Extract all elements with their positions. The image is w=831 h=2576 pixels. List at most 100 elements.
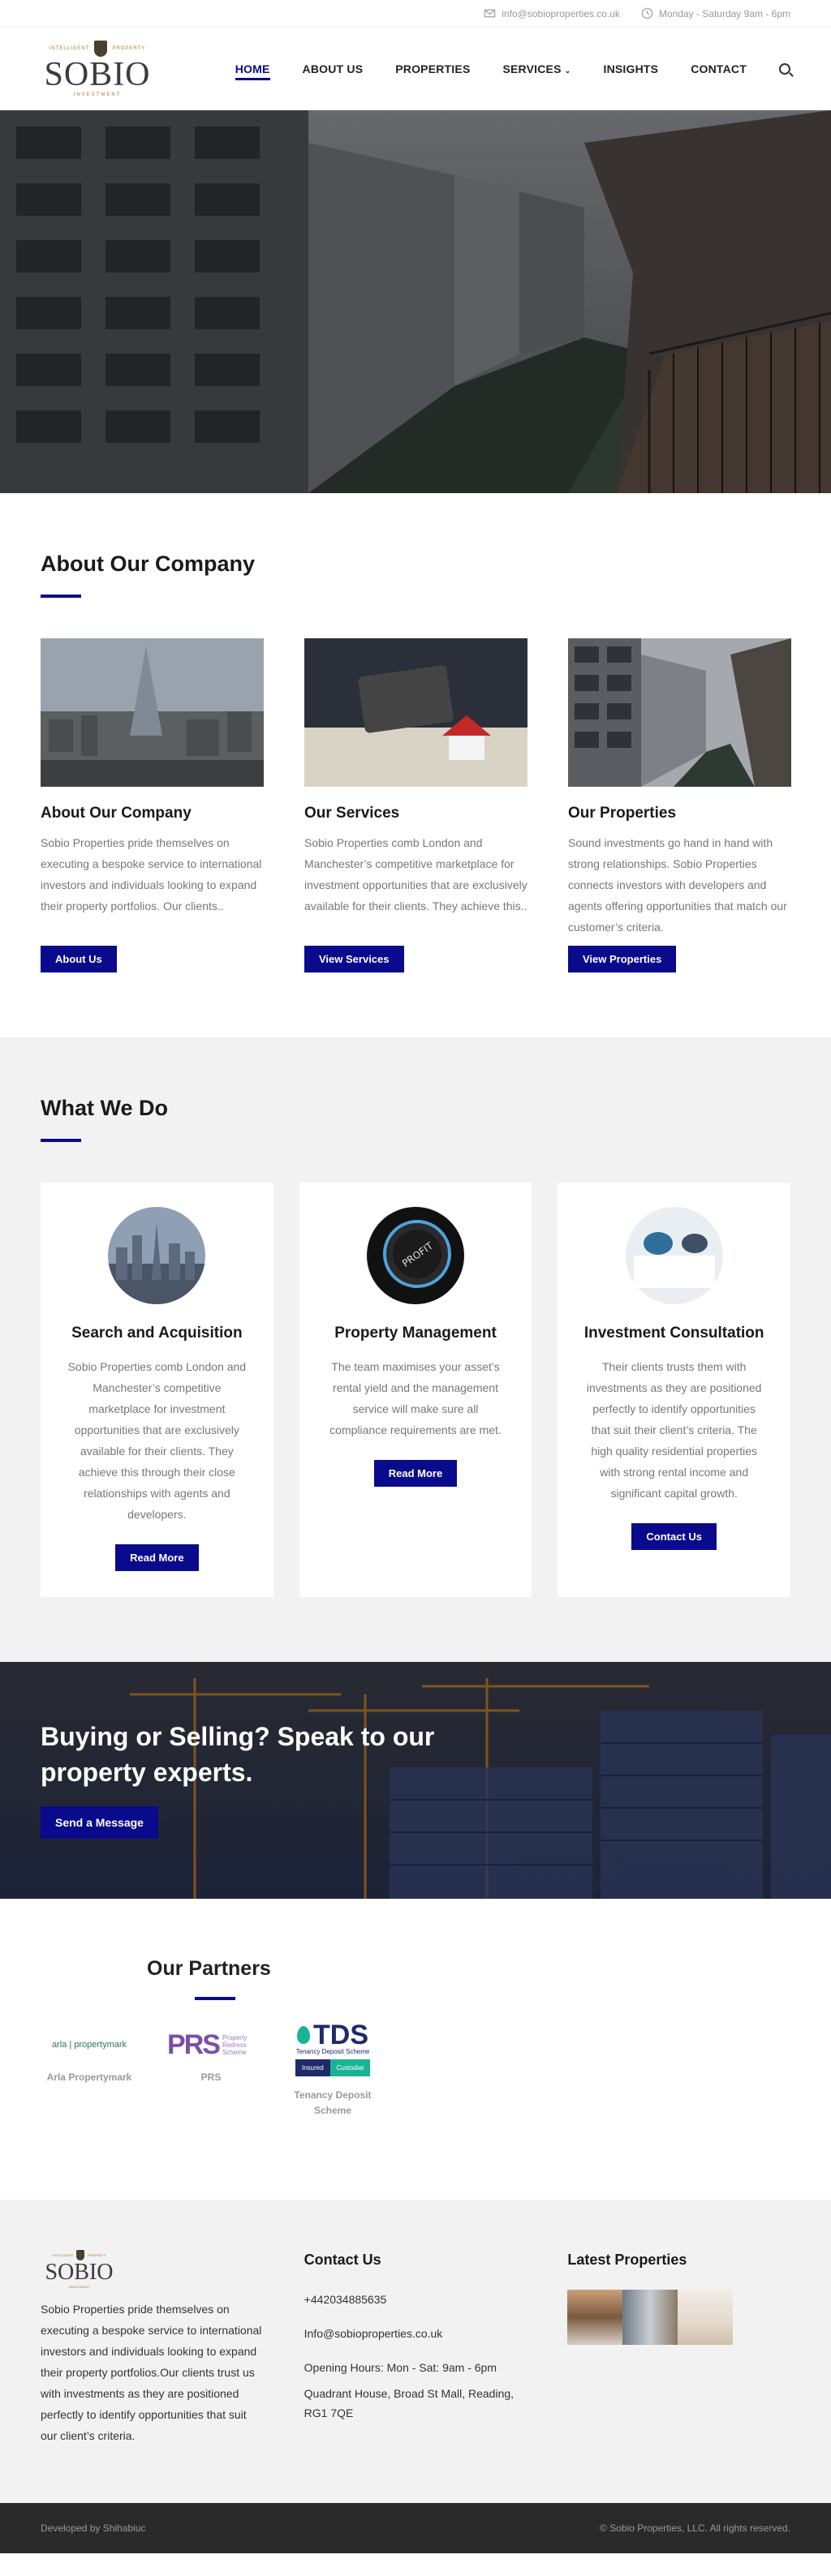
site-footer: INTELLIGENT PROPERTY SOBIO INVESTMENT So… xyxy=(0,2200,831,2503)
partner-tds[interactable]: TDS Tenancy Deposit Scheme Insured Custo… xyxy=(284,2020,381,2119)
footer-logo-right-tag: PROPERTY xyxy=(88,2253,106,2257)
property-thumb[interactable] xyxy=(567,2290,623,2345)
search-acquisition-card: Search and Acquisition Sobio Properties … xyxy=(41,1183,273,1597)
footer-contact: Contact Us +442034885635 Info@sobioprope… xyxy=(304,2250,527,2446)
send-message-button[interactable]: Send a Message xyxy=(41,1806,158,1839)
hero-image xyxy=(0,110,831,493)
footer-logo[interactable]: INTELLIGENT PROPERTY SOBIO INVESTMENT xyxy=(41,2250,118,2289)
footer-about: INTELLIGENT PROPERTY SOBIO INVESTMENT So… xyxy=(41,2250,264,2446)
prs-logo-text: PRS xyxy=(167,2029,221,2060)
property-management-text: The team maximises your asset’s rental y… xyxy=(329,1360,502,1436)
top-bar: info@sobioproperties.co.uk Monday - Satu… xyxy=(0,0,831,28)
contact-us-button[interactable]: Contact Us xyxy=(631,1523,717,1550)
tds-logo-sub: Tenancy Deposit Scheme xyxy=(295,2048,370,2055)
nav-services[interactable]: SERVICES ⌄ xyxy=(502,38,571,100)
london-skyline-image xyxy=(41,638,264,787)
footer-about-text: Sobio Properties pride themselves on exe… xyxy=(41,2303,262,2442)
what-grid: Search and Acquisition Sobio Properties … xyxy=(41,1183,791,1597)
developer-credit[interactable]: Developed by Shihabiuc xyxy=(41,2522,145,2534)
investment-consultation-card: Investment Consultation Their clients tr… xyxy=(558,1183,791,1597)
property-management-title: Property Management xyxy=(334,1324,497,1342)
partner-prs[interactable]: PRS Property Redress Scheme PRS xyxy=(162,2020,260,2085)
investment-consultation-title: Investment Consultation xyxy=(583,1324,764,1342)
about-card-title: About Our Company xyxy=(41,805,192,822)
logo-right-tag: PROPERTY xyxy=(112,45,146,51)
about-heading: About Our Company xyxy=(41,552,255,576)
search-acquisition-text: Sobio Properties comb London and Manches… xyxy=(67,1360,247,1521)
partner-arla[interactable]: arla | propertymark Arla Propertymark xyxy=(41,2020,138,2085)
tds-logo-text: TDS xyxy=(313,2019,368,2050)
partner-name: PRS xyxy=(200,2072,222,2083)
heading-underline xyxy=(41,1139,81,1142)
partners-heading: Our Partners xyxy=(147,1957,271,1980)
profit-dial-image: PROFIT xyxy=(367,1207,464,1304)
about-card-text: Sobio Properties pride themselves on exe… xyxy=(41,836,262,912)
search-acquisition-title: Search and Acquisition xyxy=(71,1324,243,1342)
nav-services-label: SERVICES xyxy=(502,62,562,75)
nav-contact[interactable]: CONTACT xyxy=(691,38,747,100)
nav-home[interactable]: HOME xyxy=(235,38,270,100)
about-card: About Our Company Sobio Properties pride… xyxy=(41,638,264,972)
site-header: INTELLIGENT PROPERTY SOBIO INVESTMENT HO… xyxy=(0,28,831,110)
what-heading: What We Do xyxy=(41,1096,168,1120)
site-logo[interactable]: INTELLIGENT PROPERTY SOBIO INVESTMENT xyxy=(41,40,154,97)
footer-phone[interactable]: +442034885635 xyxy=(304,2290,527,2309)
prs-logo: PRS Property Redress Scheme xyxy=(162,2020,260,2070)
property-management-card: PROFIT Property Management The team maxi… xyxy=(299,1183,532,1597)
tablet-house-image xyxy=(304,638,527,787)
hero-buildings-illustration xyxy=(0,110,831,493)
prs-logo-sub: Property Redress Scheme xyxy=(222,2033,248,2056)
topbar-email-text[interactable]: info@sobioproperties.co.uk xyxy=(502,8,620,19)
tds-badge-right: Custodial xyxy=(329,2059,371,2076)
copyright: © Sobio Properties, LLC. All rights rese… xyxy=(600,2522,790,2534)
view-services-button[interactable]: View Services xyxy=(304,946,404,972)
view-properties-button[interactable]: View Properties xyxy=(568,946,677,972)
partner-row: arla | propertymark Arla Propertymark PR… xyxy=(41,2020,790,2119)
logo-left-tag: INTELLIGENT xyxy=(49,45,90,51)
topbar-hours: Monday - Saturday 9am - 6pm xyxy=(641,7,790,19)
nav-properties[interactable]: PROPERTIES xyxy=(395,38,470,100)
tds-logo: TDS Tenancy Deposit Scheme Insured Custo… xyxy=(284,2020,381,2083)
investment-consultation-text: Their clients trusts them with investmen… xyxy=(586,1360,762,1500)
city-circle-image xyxy=(108,1207,206,1304)
nav-insights[interactable]: INSIGHTS xyxy=(603,38,658,100)
about-us-button[interactable]: About Us xyxy=(41,946,117,972)
footer-logo-sub: INVESTMENT xyxy=(68,2285,90,2289)
services-card-title: Our Services xyxy=(304,805,400,822)
properties-card-text: Sound investments go hand in hand with s… xyxy=(568,836,787,934)
about-grid: About Our Company Sobio Properties pride… xyxy=(41,638,791,972)
main-nav: HOME ABOUT US PROPERTIES SERVICES ⌄ INSI… xyxy=(203,28,790,109)
logo-name: SOBIO xyxy=(44,55,151,93)
services-card-text: Sobio Properties comb London and Manches… xyxy=(304,836,527,912)
partner-name: Arla Propertymark xyxy=(46,2072,132,2083)
topbar-hours-text: Monday - Saturday 9am - 6pm xyxy=(658,7,790,19)
footer-email[interactable]: Info@sobioproperties.co.uk xyxy=(304,2324,527,2343)
footer-logo-name: SOBIO xyxy=(45,2260,114,2285)
properties-card-title: Our Properties xyxy=(568,805,677,822)
topbar-email[interactable]: info@sobioproperties.co.uk xyxy=(484,7,620,19)
property-thumb[interactable] xyxy=(678,2290,734,2345)
footer-contact-heading: Contact Us xyxy=(304,2252,381,2268)
shield-icon xyxy=(94,40,108,57)
about-section: About Our Company About Our Company Sobi… xyxy=(0,493,831,1037)
cta-heading: Buying or Selling? Speak to our property… xyxy=(41,1722,435,1787)
bottom-bar: Developed by Shihabiuc © Sobio Propertie… xyxy=(0,2503,831,2553)
logo-crest: INTELLIGENT PROPERTY xyxy=(41,40,154,57)
nav-about-us[interactable]: ABOUT US xyxy=(303,38,364,100)
search-read-more-button[interactable]: Read More xyxy=(115,1544,199,1571)
tds-badge-left: Insured xyxy=(295,2059,330,2076)
services-card: Our Services Sobio Properties comb Londo… xyxy=(304,638,527,972)
management-read-more-button[interactable]: Read More xyxy=(373,1460,458,1487)
footer-hours: Opening Hours: Mon - Sat: 9am - 6pm xyxy=(304,2361,497,2374)
apartments-image xyxy=(568,638,791,787)
heading-underline xyxy=(41,595,81,598)
heading-underline xyxy=(195,1997,235,2000)
partners-section: Our Partners arla | propertymark Arla Pr… xyxy=(0,1899,831,2200)
property-thumb[interactable] xyxy=(622,2290,678,2345)
chevron-down-icon: ⌄ xyxy=(564,66,571,75)
footer-latest: Latest Properties xyxy=(567,2250,790,2446)
consultation-circle-image xyxy=(625,1207,723,1304)
search-icon[interactable] xyxy=(779,62,790,75)
tds-drop-icon xyxy=(297,2026,310,2044)
clock-icon xyxy=(641,7,653,19)
